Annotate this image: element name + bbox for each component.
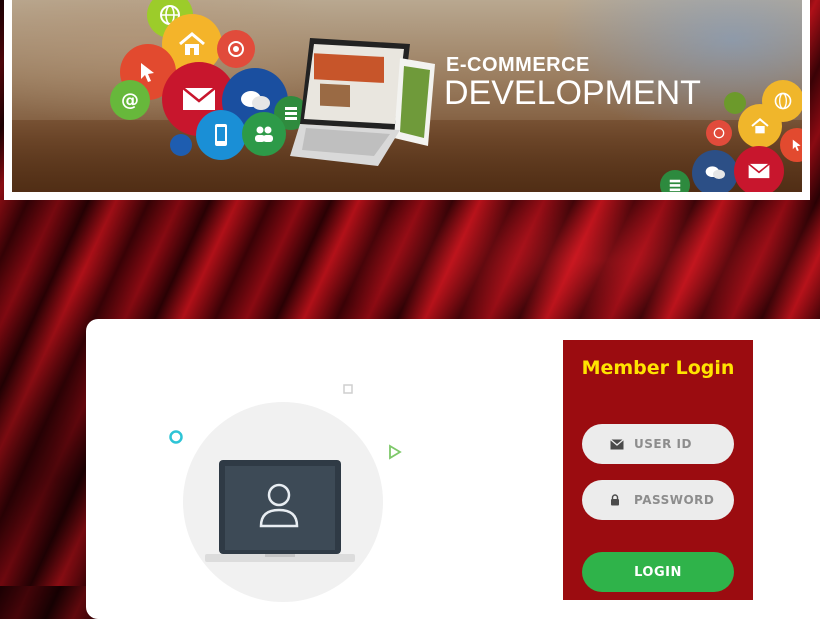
login-button[interactable]: LOGIN bbox=[582, 552, 734, 592]
lock-icon bbox=[610, 494, 626, 506]
at-icon: @ bbox=[110, 80, 150, 120]
square-shape-icon bbox=[343, 384, 353, 394]
triangle-shape-icon bbox=[389, 444, 402, 460]
envelope-icon bbox=[610, 438, 626, 450]
chrome-icon bbox=[217, 30, 255, 68]
banner-subtitle: DEVELOPMENT bbox=[444, 74, 701, 112]
user-id-field[interactable] bbox=[582, 424, 734, 464]
login-title: Member Login bbox=[581, 357, 735, 379]
laptop-illustration bbox=[290, 38, 435, 166]
home-icon bbox=[738, 104, 782, 148]
password-input[interactable] bbox=[634, 493, 734, 507]
users-icon bbox=[242, 112, 286, 156]
user-laptop-icon bbox=[205, 460, 355, 562]
user-id-input[interactable] bbox=[634, 437, 734, 451]
chrome-icon bbox=[706, 120, 732, 146]
banner-image: @ E-COMMERCE DEVELOPMENT bbox=[12, 0, 802, 192]
phone-icon bbox=[196, 110, 246, 160]
circle-shape-icon bbox=[169, 430, 183, 444]
chat-icon bbox=[692, 150, 738, 192]
mail-icon bbox=[734, 146, 784, 192]
server-icon bbox=[660, 170, 690, 192]
password-field[interactable] bbox=[582, 480, 734, 520]
